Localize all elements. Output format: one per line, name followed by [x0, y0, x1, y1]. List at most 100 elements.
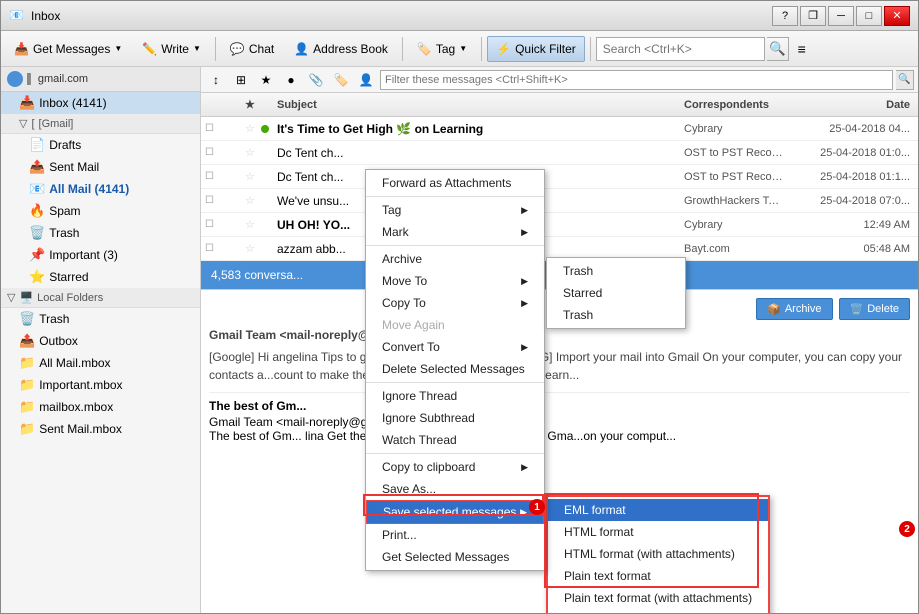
- ctx-print[interactable]: Print...: [366, 524, 544, 546]
- local-folders-group[interactable]: ▽ 🖥️ Local Folders: [1, 288, 200, 308]
- save-plain-text[interactable]: Plain text format: [548, 565, 768, 587]
- sidebar-item-sent-mail[interactable]: 📤 Sent Mail: [1, 156, 200, 178]
- ctx-copy-clipboard[interactable]: Copy to clipboard ▶: [366, 456, 544, 478]
- msg-checkbox-2[interactable]: ☐: [205, 171, 245, 182]
- table-row[interactable]: ☐ ☆ It's Time to Get High 🌿 on Learning …: [201, 117, 918, 141]
- ctx-forward-attachments[interactable]: Forward as Attachments: [366, 172, 544, 194]
- reading-body-2: The best of Gm... Gmail Team <mail-norep…: [209, 392, 910, 443]
- sidebar-item-lf-mailbox[interactable]: 📁 mailbox.mbox: [1, 396, 200, 418]
- search-input[interactable]: [596, 37, 765, 61]
- msg-checkbox-5[interactable]: ☐: [205, 243, 245, 254]
- save-eml-format[interactable]: EML format: [548, 499, 768, 521]
- ctx-save-as[interactable]: Save As...: [366, 478, 544, 500]
- msg-correspondent-0: Cybrary: [684, 123, 784, 135]
- table-row[interactable]: ☐ ☆ Dc Tent ch... OST to PST Recovery To…: [201, 141, 918, 165]
- filter-input[interactable]: [380, 70, 893, 90]
- tag-button[interactable]: 🏷️ Tag ▼: [408, 36, 476, 62]
- archive-reading-label: Archive: [785, 303, 822, 315]
- restore-button[interactable]: ❐: [800, 6, 826, 26]
- msg-checkbox-0[interactable]: ☐: [205, 123, 245, 134]
- ctx-ignore-thread[interactable]: Ignore Thread: [366, 385, 544, 407]
- convo-count: 4,583 conversa...: [211, 268, 303, 282]
- contact-filter-btn[interactable]: 👤: [355, 70, 377, 90]
- table-row[interactable]: ☐ ☆ UH OH! YO... Cybrary 12:49 AM: [201, 213, 918, 237]
- lf-outbox-label: Outbox: [39, 334, 194, 348]
- msg-star-3[interactable]: ☆: [245, 194, 261, 207]
- toolbar-menu-button[interactable]: ≡: [791, 37, 813, 61]
- attachment-filter-btn[interactable]: 📎: [305, 70, 327, 90]
- delete-reading-btn[interactable]: 🗑️ Delete: [839, 298, 911, 320]
- thread-button[interactable]: ⊞: [230, 70, 252, 90]
- ctx-mark[interactable]: Mark ▶: [366, 221, 544, 243]
- sidebar-item-lf-all-mail[interactable]: 📁 All Mail.mbox: [1, 352, 200, 374]
- window-controls: ? ❐ ─ □ ✕: [772, 6, 910, 26]
- write-button[interactable]: ✏️ Write ▼: [133, 36, 210, 62]
- msg-star-0[interactable]: ☆: [245, 122, 261, 135]
- quick-filter-button[interactable]: ⚡ Quick Filter: [487, 36, 585, 62]
- sidebar-item-lf-sent[interactable]: 📁 Sent Mail.mbox: [1, 418, 200, 440]
- filter-search-button[interactable]: 🔍: [896, 70, 914, 90]
- ctx-save-selected[interactable]: Save selected messages ▶: [366, 500, 544, 524]
- maximize-button[interactable]: □: [856, 6, 882, 26]
- close-button[interactable]: ✕: [884, 6, 910, 26]
- table-row[interactable]: ☐ ☆ We've unsu... GrowthHackers Top Post…: [201, 189, 918, 213]
- move-to-trash-2[interactable]: Trash: [547, 304, 685, 326]
- ctx-watch-thread[interactable]: Watch Thread: [366, 429, 544, 451]
- ctx-delete-selected[interactable]: Delete Selected Messages: [366, 358, 544, 380]
- address-book-button[interactable]: 👤 Address Book: [285, 36, 397, 62]
- move-to-trash-1[interactable]: Trash: [547, 260, 685, 282]
- star-filter-btn[interactable]: ★: [255, 70, 277, 90]
- ctx-tag[interactable]: Tag ▶: [366, 199, 544, 221]
- sidebar-item-trash[interactable]: 🗑️ Trash: [1, 222, 200, 244]
- account-header: ▌ gmail.com: [1, 67, 200, 92]
- ctx-convert-to[interactable]: Convert To ▶: [366, 336, 544, 358]
- msg-star-5[interactable]: ☆: [245, 242, 261, 255]
- move-to-starred[interactable]: Starred: [547, 282, 685, 304]
- sidebar-item-starred[interactable]: ⭐ Starred: [1, 266, 200, 288]
- sidebar-item-spam[interactable]: 🔥 Spam: [1, 200, 200, 222]
- get-messages-label: Get Messages: [33, 42, 110, 56]
- ctx-move-to[interactable]: Move To ▶: [366, 270, 544, 292]
- ctx-copy-to-arrow: ▶: [521, 298, 528, 309]
- tag-filter-btn[interactable]: 🏷️: [330, 70, 352, 90]
- minimize-button[interactable]: ─: [828, 6, 854, 26]
- sort-button[interactable]: ↕: [205, 70, 227, 90]
- msg-checkbox-1[interactable]: ☐: [205, 147, 245, 158]
- ctx-copy-to[interactable]: Copy To ▶: [366, 292, 544, 314]
- sidebar-item-lf-trash[interactable]: 🗑️ Trash: [1, 308, 200, 330]
- account-name: ▌ gmail.com: [27, 73, 88, 85]
- tag-icon: 🏷️: [417, 42, 432, 56]
- get-messages-button[interactable]: 📥 Get Messages ▼: [5, 36, 131, 62]
- search-button[interactable]: 🔍: [767, 37, 789, 61]
- ctx-archive[interactable]: Archive: [366, 248, 544, 270]
- ctx-ignore-subthread[interactable]: Ignore Subthread: [366, 407, 544, 429]
- unread-filter-btn[interactable]: ●: [280, 70, 302, 90]
- sidebar-gmail-group[interactable]: ▽ [[Gmail]: [1, 114, 200, 134]
- delete-reading-label: Delete: [867, 303, 899, 315]
- archive-reading-btn[interactable]: 📦 Archive: [756, 298, 832, 320]
- ctx-move-to-arrow: ▶: [521, 276, 528, 287]
- starred-label: Starred: [49, 270, 194, 284]
- sidebar-item-important[interactable]: 📌 Important (3): [1, 244, 200, 266]
- question-button[interactable]: ?: [772, 6, 798, 26]
- table-row[interactable]: ☐ ☆ Dc Tent ch... OST to PST Recovery To…: [201, 165, 918, 189]
- sidebar: ▌ gmail.com 📥 Inbox (4141) ▽ [[Gmail] 📄 …: [1, 67, 201, 614]
- sidebar-item-drafts[interactable]: 📄 Drafts: [1, 134, 200, 156]
- tag-arrow: ▼: [459, 44, 467, 53]
- chat-button[interactable]: 💬 Chat: [221, 36, 283, 62]
- ctx-get-selected[interactable]: Get Selected Messages: [366, 546, 544, 568]
- ctx-save-selected-arrow: ▶: [520, 507, 527, 518]
- msg-star-1[interactable]: ☆: [245, 146, 261, 159]
- sidebar-item-lf-important[interactable]: 📁 Important.mbox: [1, 374, 200, 396]
- sidebar-item-all-mail[interactable]: 📧 All Mail (4141): [1, 178, 200, 200]
- msg-star-4[interactable]: ☆: [245, 218, 261, 231]
- msg-checkbox-4[interactable]: ☐: [205, 219, 245, 230]
- save-plain-text-attachments[interactable]: Plain text format (with attachments): [548, 587, 768, 609]
- msg-date-4: 12:49 AM: [784, 219, 914, 231]
- save-html-with-attachments[interactable]: HTML format (with attachments): [548, 543, 768, 565]
- sidebar-item-lf-outbox[interactable]: 📤 Outbox: [1, 330, 200, 352]
- msg-checkbox-3[interactable]: ☐: [205, 195, 245, 206]
- msg-star-2[interactable]: ☆: [245, 170, 261, 183]
- sidebar-item-inbox[interactable]: 📥 Inbox (4141): [1, 92, 200, 114]
- save-html-format[interactable]: HTML format: [548, 521, 768, 543]
